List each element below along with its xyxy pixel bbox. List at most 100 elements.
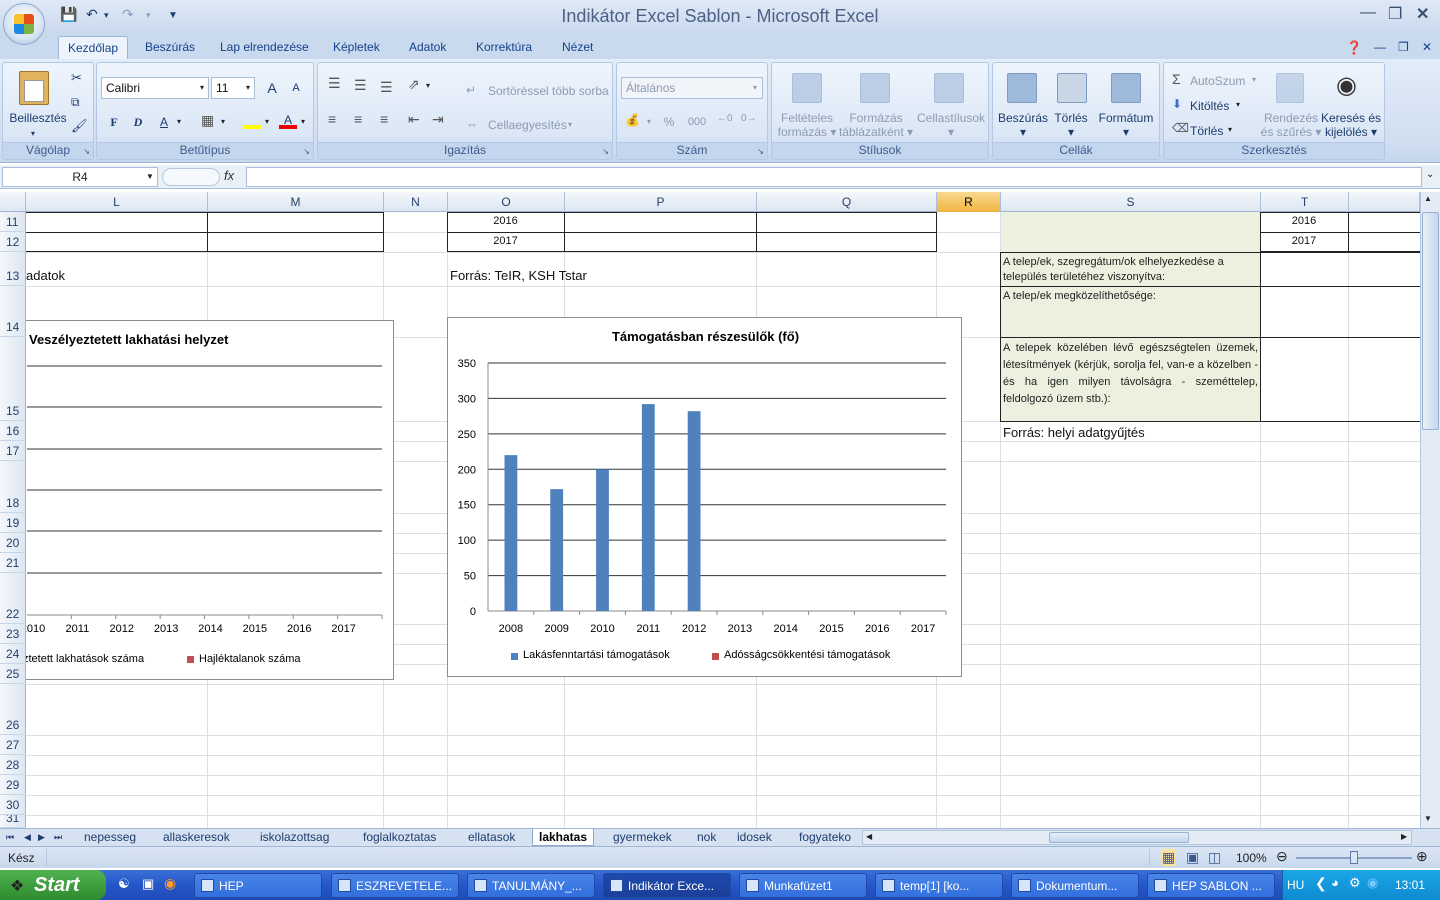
- column-header-u[interactable]: [1349, 192, 1420, 212]
- decrease-decimal-icon[interactable]: 0→: [741, 113, 757, 124]
- format-painter-icon[interactable]: 🖌: [71, 119, 88, 133]
- autosum-button[interactable]: AutoSzum: [1190, 74, 1260, 88]
- row-header[interactable]: 20: [0, 533, 26, 553]
- insert-function-icon[interactable]: fx: [224, 168, 234, 183]
- taskbar-item-munkafuzet[interactable]: Munkafüzet1: [739, 873, 867, 898]
- row-header[interactable]: 26: [0, 684, 26, 735]
- orientation-dropdown-icon[interactable]: ▾: [426, 81, 430, 90]
- number-launcher-icon[interactable]: ↘: [757, 147, 764, 156]
- normal-view-icon[interactable]: ▦: [1162, 849, 1176, 866]
- cell-t13[interactable]: [1260, 252, 1420, 287]
- cell-t12[interactable]: 2017: [1260, 235, 1348, 247]
- merge-icon[interactable]: ⇔: [466, 117, 478, 131]
- firefox-icon[interactable]: ◉: [164, 875, 176, 892]
- scroll-left-icon[interactable]: ◀: [866, 832, 872, 841]
- row-header[interactable]: 24: [0, 644, 26, 664]
- wrap-text-icon[interactable]: ↵: [466, 83, 476, 97]
- currency-dropdown-icon[interactable]: ▾: [647, 117, 651, 126]
- tab-data[interactable]: Adatok: [409, 40, 446, 54]
- tab-formulas[interactable]: Képletek: [333, 40, 380, 54]
- name-box[interactable]: R4: [2, 167, 158, 187]
- tray-expand-icon[interactable]: ❮: [1315, 875, 1327, 892]
- fill-button[interactable]: Kitöltés: [1190, 99, 1250, 113]
- tab-view[interactable]: Nézet: [562, 40, 593, 54]
- cell-l13[interactable]: adatok: [26, 268, 65, 283]
- underline-dropdown-icon[interactable]: ▾: [177, 117, 181, 126]
- worksheet-grid[interactable]: 2016 2017 2016 2017 A telep/ek, szegregá…: [26, 212, 1420, 828]
- taskbar-item-tanulmany[interactable]: TANULMÁNY_...: [467, 873, 595, 898]
- zoom-in-icon[interactable]: ⊕: [1416, 848, 1428, 865]
- shrink-font-button[interactable]: A: [285, 77, 307, 99]
- column-header-r[interactable]: R: [937, 192, 1001, 212]
- row-header[interactable]: 25: [0, 664, 26, 684]
- cut-icon[interactable]: ✂: [71, 71, 82, 85]
- name-box-dropdown-icon[interactable]: ▼: [146, 172, 154, 181]
- align-middle-icon[interactable]: ☰: [354, 77, 367, 94]
- font-size-dropdown-icon[interactable]: ▾: [246, 83, 250, 92]
- borders-icon[interactable]: ▦: [201, 112, 214, 129]
- ie-icon[interactable]: ☯: [118, 876, 130, 892]
- format-cells-button[interactable]: Formátum ▾: [1093, 111, 1159, 139]
- zoom-out-icon[interactable]: ⊖: [1276, 848, 1288, 865]
- autosum-icon[interactable]: Σ: [1172, 71, 1181, 87]
- network-icon[interactable]: ◕: [1331, 875, 1339, 890]
- taskbar-item-temp[interactable]: temp[1] [ko...: [875, 873, 1003, 898]
- tab-review[interactable]: Korrektúra: [476, 40, 532, 54]
- taskbar-item-indikator[interactable]: Indikátor Exce...: [603, 873, 731, 898]
- row-header[interactable]: 21: [0, 553, 26, 573]
- insert-cells-button[interactable]: Beszúrás ▾: [995, 111, 1051, 139]
- restore-icon[interactable]: ❐: [1388, 4, 1402, 24]
- find-select-button[interactable]: Keresés és kijelölés ▾: [1320, 111, 1382, 139]
- sheet-tab-idosek[interactable]: idosek: [737, 829, 772, 846]
- underline-button[interactable]: A: [153, 111, 175, 133]
- workbook-close-icon[interactable]: ✕: [1422, 40, 1432, 54]
- row-header[interactable]: 15: [0, 337, 26, 421]
- grow-font-button[interactable]: A: [261, 77, 283, 99]
- column-header-l[interactable]: L: [26, 192, 208, 212]
- orientation-icon[interactable]: ⇗: [408, 76, 420, 93]
- clear-icon[interactable]: ⌫: [1172, 121, 1189, 135]
- sheet-tab-iskolazottsag[interactable]: iskolazottsag: [260, 829, 329, 846]
- page-layout-view-icon[interactable]: ▣: [1186, 849, 1199, 866]
- fill-dropdown-icon[interactable]: ▾: [1236, 100, 1240, 109]
- scroll-up-icon[interactable]: ▲: [1424, 194, 1432, 203]
- row-header[interactable]: 27: [0, 735, 26, 755]
- row-header[interactable]: 28: [0, 755, 26, 775]
- help-icon[interactable]: ❓: [1346, 40, 1362, 56]
- row-header[interactable]: 23: [0, 624, 26, 644]
- align-right-icon[interactable]: ≡: [380, 111, 388, 127]
- chart-veszelyeztetett[interactable]: Veszélyeztetett lakhatási helyzet 201020…: [26, 320, 394, 680]
- percent-button[interactable]: %: [659, 111, 679, 133]
- last-sheet-icon[interactable]: ⏭: [54, 829, 62, 846]
- horizontal-scroll-thumb[interactable]: [1049, 832, 1189, 843]
- cell-o11[interactable]: 2016: [447, 215, 564, 227]
- workbook-minimize-icon[interactable]: —: [1374, 40, 1386, 54]
- scroll-right-icon[interactable]: ▶: [1401, 832, 1407, 841]
- close-icon[interactable]: ✕: [1416, 4, 1429, 24]
- column-header-s[interactable]: S: [1001, 192, 1261, 212]
- font-color-dropdown-icon[interactable]: ▾: [301, 117, 305, 126]
- row-header[interactable]: 19: [0, 513, 26, 533]
- cell-t15[interactable]: [1260, 337, 1420, 422]
- cell-o13[interactable]: Forrás: TeIR, KSH Tstar: [450, 268, 587, 283]
- font-launcher-icon[interactable]: ↘: [303, 147, 310, 156]
- copy-icon[interactable]: ⧉: [71, 95, 80, 109]
- sheet-tab-nepesseg[interactable]: nepesseg: [84, 829, 136, 846]
- currency-icon[interactable]: 💰: [625, 113, 640, 127]
- update-icon[interactable]: ◉: [1367, 875, 1378, 891]
- merge-button[interactable]: Cellaegyesítés: [488, 118, 572, 132]
- cell-styles-button[interactable]: Cellastílusok ▾: [916, 111, 986, 139]
- cell-t11[interactable]: 2016: [1260, 215, 1348, 227]
- increase-decimal-icon[interactable]: ←0: [717, 113, 733, 124]
- column-header-p[interactable]: P: [565, 192, 757, 212]
- decrease-indent-icon[interactable]: ⇤: [408, 111, 420, 128]
- wrap-text-button[interactable]: Sortöréssel több sorba: [488, 84, 610, 98]
- sheet-tab-foglalkoztatas[interactable]: foglalkoztatas: [363, 829, 436, 846]
- format-as-table-button[interactable]: Formázás táblázatként ▾: [838, 111, 914, 139]
- select-all-button[interactable]: [0, 192, 26, 212]
- vertical-scrollbar[interactable]: ▲ ▼: [1420, 192, 1440, 828]
- row-header[interactable]: 17: [0, 441, 26, 461]
- zoom-slider-thumb[interactable]: [1350, 851, 1358, 864]
- fill-color-dropdown-icon[interactable]: ▾: [265, 117, 269, 126]
- font-name-select[interactable]: Calibri: [101, 77, 209, 99]
